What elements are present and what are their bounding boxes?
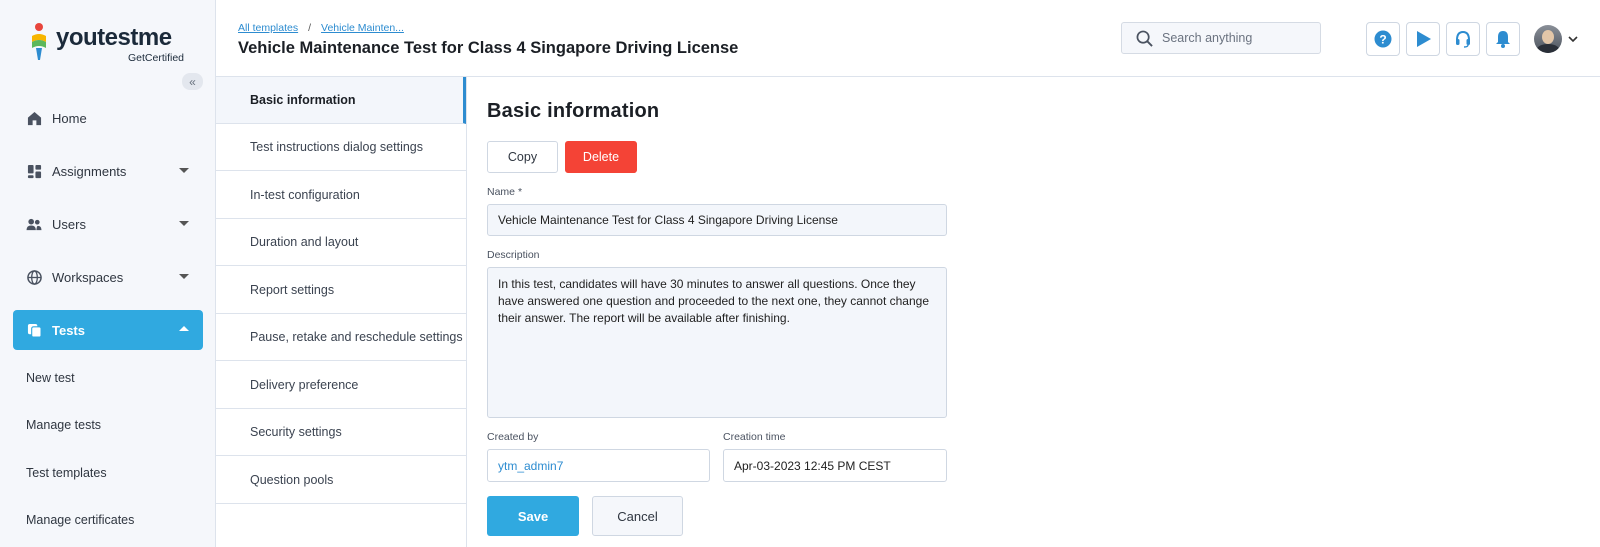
cancel-button[interactable]: Cancel: [592, 496, 683, 536]
notifications-button[interactable]: [1486, 22, 1520, 56]
breadcrumb-separator: /: [308, 22, 312, 34]
header: All templates / Vehicle Mainten... Vehic…: [216, 0, 1600, 77]
tests-icon: [26, 322, 42, 338]
name-label-text: Name: [487, 186, 516, 198]
logo-text: youtestme: [56, 24, 172, 51]
play-icon: [1417, 31, 1431, 47]
help-button[interactable]: ?: [1366, 22, 1400, 56]
users-icon: [26, 216, 42, 232]
sidebar-subitem-new-test[interactable]: New test: [26, 371, 75, 385]
headset-icon: [1456, 30, 1470, 48]
search-input[interactable]: Search anything: [1121, 22, 1321, 54]
sidebar-item-home[interactable]: Home: [13, 98, 203, 138]
collapse-sidebar-button[interactable]: «: [182, 73, 203, 90]
sidebar-subitem-test-templates[interactable]: Test templates: [26, 466, 107, 480]
subnav-security-settings[interactable]: Security settings: [216, 409, 466, 456]
logo-subtitle: GetCertified: [128, 52, 185, 64]
search-icon: [1136, 30, 1153, 47]
subnav-delivery-preference[interactable]: Delivery preference: [216, 362, 466, 409]
subnav-duration-and-layout[interactable]: Duration and layout: [216, 219, 466, 266]
avatar[interactable]: [1534, 25, 1562, 53]
created-by-field[interactable]: ytm_admin7: [487, 449, 710, 482]
name-field[interactable]: Vehicle Maintenance Test for Class 4 Sin…: [487, 204, 947, 236]
section-title: Basic information: [487, 100, 660, 122]
chevron-down-icon: [179, 221, 189, 226]
breadcrumb-all-templates[interactable]: All templates: [238, 22, 298, 34]
logo[interactable]: youtestme GetCertified: [28, 20, 198, 64]
creation-time-field: Apr-03-2023 12:45 PM CEST: [723, 449, 947, 482]
breadcrumb: All templates / Vehicle Mainten...: [238, 22, 404, 34]
sidebar-item-users[interactable]: Users: [13, 204, 203, 244]
svg-text:?: ?: [1379, 33, 1386, 47]
chevron-down-icon: [179, 168, 189, 173]
logo-icon: [32, 23, 46, 60]
sidebar-item-label: Users: [52, 216, 86, 232]
subnav-report-settings[interactable]: Report settings: [216, 267, 466, 314]
page-title: Vehicle Maintenance Test for Class 4 Sin…: [238, 39, 739, 57]
sidebar-item-assignments[interactable]: Assignments: [13, 151, 203, 191]
breadcrumb-current-template[interactable]: Vehicle Mainten...: [321, 22, 404, 34]
delete-button[interactable]: Delete: [565, 141, 637, 173]
subnav-pause-retake-reschedule-settings[interactable]: Pause, retake and reschedule settings: [216, 314, 466, 361]
copy-button[interactable]: Copy: [487, 141, 558, 173]
sidebar-item-workspaces[interactable]: Workspaces: [13, 257, 203, 297]
required-mark: *: [517, 186, 523, 198]
search-placeholder: Search anything: [1162, 31, 1253, 45]
support-button[interactable]: [1446, 22, 1480, 56]
subnav-basic-information[interactable]: Basic information: [216, 77, 466, 124]
description-label: Description: [487, 249, 540, 261]
bell-icon: [1496, 31, 1510, 48]
subnav-question-pools[interactable]: Question pools: [216, 457, 466, 504]
subnav-test-instructions-dialog-settings[interactable]: Test instructions dialog settings: [216, 124, 466, 171]
settings-subnav: Basic information Test instructions dial…: [216, 77, 467, 547]
sidebar-subitem-manage-tests[interactable]: Manage tests: [26, 418, 101, 432]
subnav-in-test-configuration[interactable]: In-test configuration: [216, 172, 466, 219]
chevron-down-icon: [179, 274, 189, 279]
globe-icon: [26, 269, 42, 285]
chevron-up-icon: [179, 326, 189, 331]
sidebar-item-tests[interactable]: Tests: [13, 310, 203, 350]
home-icon: [26, 110, 42, 126]
name-label: Name *: [487, 186, 522, 198]
avatar-body: [1536, 44, 1560, 53]
description-field[interactable]: In this test, candidates will have 30 mi…: [487, 267, 947, 418]
chevron-down-icon[interactable]: [1568, 35, 1578, 43]
dashboard-icon: [26, 163, 42, 179]
help-icon: ?: [1374, 30, 1392, 48]
created-by-label: Created by: [487, 431, 539, 443]
sidebar-item-label: Home: [52, 110, 87, 126]
creation-time-label: Creation time: [723, 431, 786, 443]
avatar-face: [1542, 30, 1554, 44]
sidebar: youtestme GetCertified « Home Assignment…: [0, 0, 216, 547]
play-button[interactable]: [1406, 22, 1440, 56]
save-button[interactable]: Save: [487, 496, 579, 536]
double-chevron-left-icon: «: [189, 74, 196, 89]
sidebar-item-label: Tests: [52, 322, 85, 338]
sidebar-item-label: Workspaces: [52, 269, 124, 285]
sidebar-subitem-manage-certificates[interactable]: Manage certificates: [26, 513, 134, 527]
sidebar-item-label: Assignments: [52, 163, 127, 179]
